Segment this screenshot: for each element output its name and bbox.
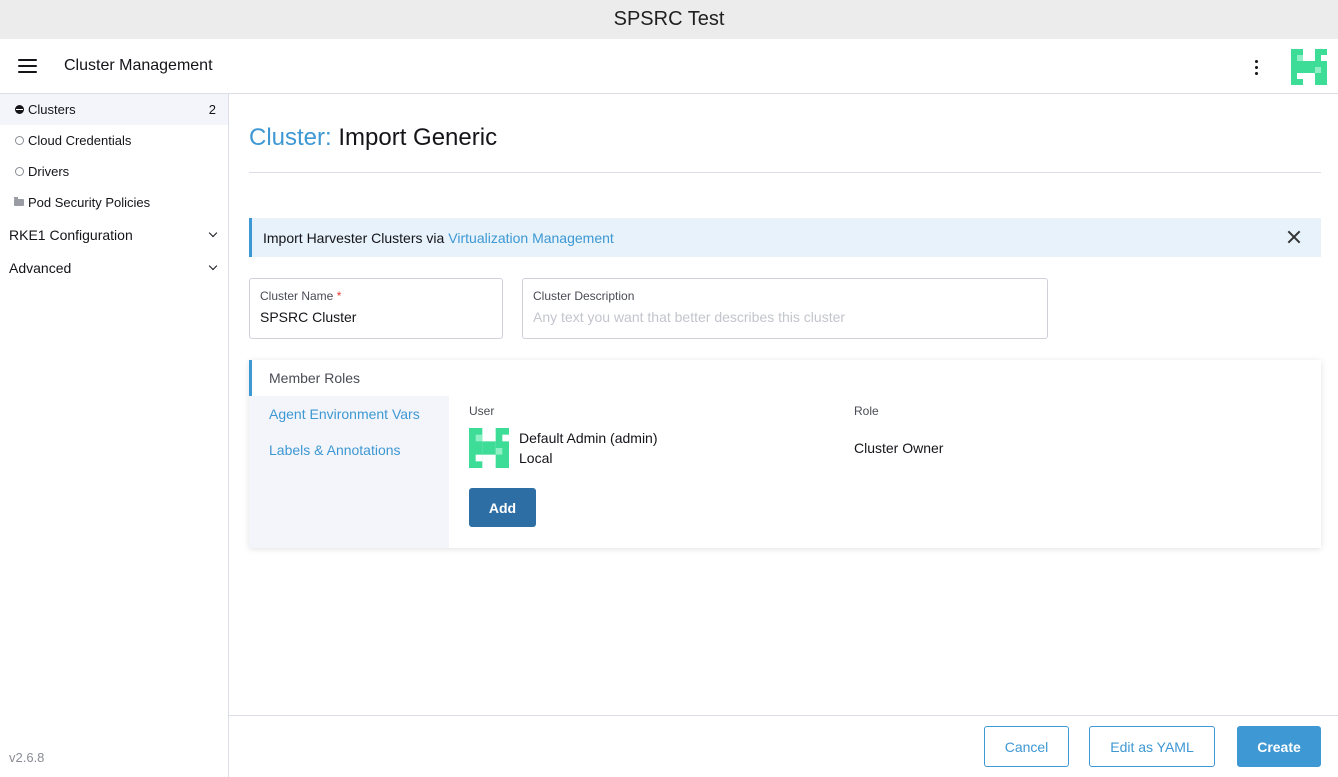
cluster-name-field[interactable]: Cluster Name *: [249, 278, 503, 339]
cancel-button[interactable]: Cancel: [984, 726, 1069, 767]
member-role: Cluster Owner: [854, 440, 944, 456]
version-label[interactable]: v2.6.8: [9, 750, 44, 765]
harvester-logo[interactable]: [1291, 49, 1327, 85]
page-title-text: Import Generic: [338, 124, 498, 151]
top-header: Cluster Management: [0, 39, 1338, 94]
add-member-button[interactable]: Add: [469, 488, 536, 527]
vertical-tabs: Member Roles Agent Environment Vars Labe…: [249, 360, 449, 548]
sidebar-item-clusters[interactable]: Clusters 2: [0, 94, 228, 125]
create-button[interactable]: Create: [1237, 726, 1321, 767]
member-roles-body: User Role Default Admin (admin) Local Cl…: [449, 360, 1321, 548]
required-marker: *: [336, 289, 342, 303]
sidebar-item-drivers[interactable]: Drivers: [0, 156, 228, 187]
window-title: SPSRC Test: [613, 8, 725, 30]
cluster-description-input[interactable]: [533, 309, 1037, 325]
menu-icon[interactable]: [0, 39, 54, 93]
sidebar-item-cloud-credentials[interactable]: Cloud Credentials: [0, 125, 228, 156]
member-provider: Local: [519, 450, 553, 466]
cluster-description-field[interactable]: Cluster Description: [522, 278, 1048, 339]
sidebar-group-advanced[interactable]: Advanced: [0, 251, 228, 284]
member-name: Default Admin (admin): [519, 430, 658, 446]
product-title: Cluster Management: [64, 57, 213, 74]
tab-agent-environment-vars[interactable]: Agent Environment Vars: [249, 396, 449, 432]
globe-icon: [14, 136, 24, 146]
title-divider: [249, 172, 1321, 173]
kebab-menu-icon[interactable]: [1246, 56, 1266, 78]
cluster-name-input[interactable]: [260, 309, 492, 325]
folder-icon: [14, 197, 24, 208]
sidebar-group-label: Advanced: [9, 259, 72, 276]
user-column-header: User: [469, 404, 495, 418]
member-roles-panel: Member Roles Agent Environment Vars Labe…: [249, 360, 1321, 548]
info-banner: Import Harvester Clusters via Virtualiza…: [249, 218, 1321, 257]
sidebar-item-label: Drivers: [28, 164, 70, 179]
sidebar-item-label: Cloud Credentials: [28, 133, 132, 148]
banner-text: Import Harvester Clusters via: [263, 229, 445, 246]
chevron-down-icon: [208, 261, 218, 271]
globe-icon: [14, 105, 24, 115]
page-title: Cluster: Import Generic: [249, 124, 497, 152]
cluster-name-label: Cluster Name *: [260, 289, 342, 303]
globe-icon: [14, 167, 24, 177]
main-content: Cluster: Import Generic Import Harvester…: [229, 94, 1338, 777]
window-title-bar: SPSRC Test: [0, 0, 1338, 39]
sidebar: Clusters 2 Cloud Credentials Drivers Pod…: [0, 94, 229, 777]
sidebar-item-pod-security-policies[interactable]: Pod Security Policies: [0, 187, 228, 218]
form-footer: Cancel Edit as YAML Create: [229, 715, 1338, 777]
virtualization-management-link[interactable]: Virtualization Management: [448, 230, 614, 246]
sidebar-item-label: Pod Security Policies: [28, 195, 151, 210]
role-column-header: Role: [854, 404, 879, 418]
tab-labels-annotations[interactable]: Labels & Annotations: [249, 432, 449, 468]
sidebar-item-label: Clusters: [28, 102, 76, 117]
avatar: [469, 428, 509, 468]
close-icon[interactable]: [1287, 230, 1301, 244]
page-title-prefix[interactable]: Cluster:: [249, 124, 332, 151]
cluster-description-label: Cluster Description: [533, 289, 635, 303]
edit-as-yaml-button[interactable]: Edit as YAML: [1089, 726, 1215, 767]
tab-member-roles[interactable]: Member Roles: [249, 360, 449, 396]
sidebar-group-label: RKE1 Configuration: [9, 226, 133, 243]
clusters-count: 2: [208, 102, 216, 117]
sidebar-group-rke1-configuration[interactable]: RKE1 Configuration: [0, 218, 228, 251]
chevron-down-icon: [208, 228, 218, 238]
